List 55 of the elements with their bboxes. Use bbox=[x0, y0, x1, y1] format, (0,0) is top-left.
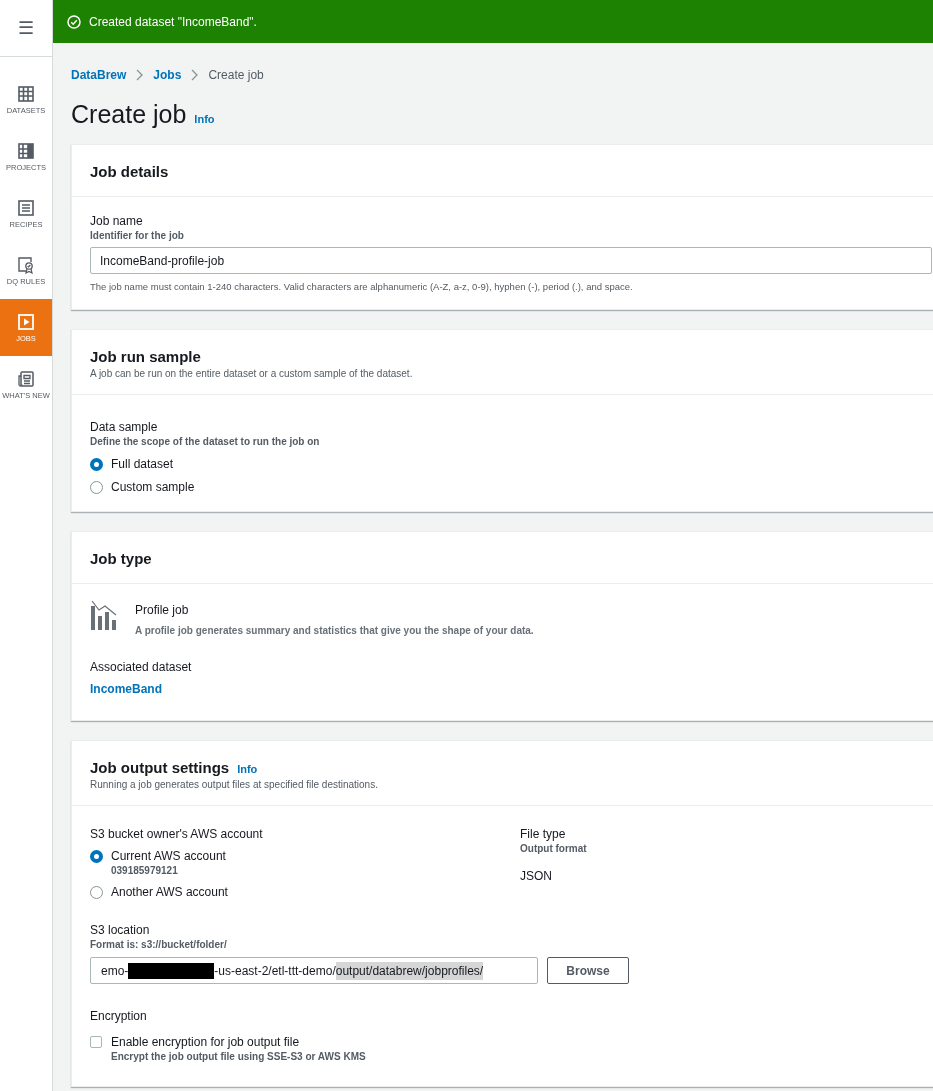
dataset-link[interactable]: IncomeBand bbox=[90, 680, 162, 698]
file-type-value: JSON bbox=[520, 868, 553, 885]
bar-chart-icon bbox=[90, 600, 119, 630]
job-type-description: A profile job generates summary and statistics that give you the shape of your data. bbox=[135, 624, 534, 637]
chevron-right-icon bbox=[136, 69, 144, 81]
radio-label: Full dataset bbox=[111, 456, 174, 472]
field-description: Output format bbox=[520, 842, 587, 856]
job-name-field[interactable]: IncomeBand-profile-job bbox=[90, 247, 932, 274]
chevron-right-icon bbox=[191, 69, 199, 81]
section-title: Job details bbox=[90, 162, 169, 182]
section-title: Job type bbox=[90, 549, 152, 569]
checkbox[interactable] bbox=[90, 1036, 102, 1048]
section-title: Job output settings bbox=[90, 758, 230, 778]
grid-icon bbox=[17, 84, 35, 103]
check-circle-icon bbox=[67, 14, 81, 29]
menu-button[interactable]: ☰ bbox=[18, 19, 34, 37]
radio-label: Custom sample bbox=[111, 479, 195, 495]
certificate-icon bbox=[17, 255, 35, 274]
s3-location-field[interactable]: emo- -us-east-2/etl-ttt-demo/output/databrew/jobprofiles/ bbox=[90, 957, 538, 984]
field-description: Format is: s3://bucket/folder/ bbox=[90, 938, 228, 952]
play-icon bbox=[17, 312, 35, 331]
constraint-text: The job name must contain 1-240 characters. Valid characters are alphanumeric (A-Z, a-z, 0-9), hyphen (-), period (.), and space. bbox=[90, 280, 634, 293]
field-label: S3 location bbox=[90, 922, 151, 938]
info-link[interactable]: Info bbox=[194, 111, 215, 128]
radio-button[interactable] bbox=[90, 457, 103, 471]
breadcrumb-link[interactable]: Jobs bbox=[153, 66, 182, 84]
section-description: Running a job generates output files at specified file destinations. bbox=[90, 778, 379, 791]
section-title: Job run sample bbox=[90, 347, 201, 367]
checkbox-description: Encrypt the job output file using SSE-S3 or AWS KMS bbox=[111, 1050, 366, 1064]
account-id: 039185979121 bbox=[110, 864, 179, 878]
radio-button[interactable] bbox=[90, 849, 103, 863]
list-icon bbox=[17, 198, 35, 217]
field-label: Job name bbox=[90, 213, 144, 229]
field-label: Data sample bbox=[90, 419, 159, 435]
radio-label: Another AWS account bbox=[111, 884, 228, 900]
section-description: A job can be run on the entire dataset or a custom sample of the dataset. bbox=[90, 367, 414, 380]
job-type-name: Profile job bbox=[135, 602, 190, 618]
flash-message: Created dataset "IncomeBand". bbox=[89, 13, 257, 31]
info-link[interactable]: Info bbox=[237, 761, 258, 778]
field-label: Associated dataset bbox=[90, 659, 193, 675]
radio-button[interactable] bbox=[90, 480, 103, 494]
field-label: File type bbox=[520, 826, 567, 842]
grid-icon bbox=[17, 141, 35, 160]
radio-label: Current AWS account bbox=[111, 848, 226, 864]
radio-button[interactable] bbox=[90, 885, 103, 899]
breadcrumb-link[interactable]: DataBrew bbox=[71, 66, 127, 84]
browse-button[interactable]: Browse bbox=[547, 957, 629, 984]
checkbox-label: Enable encryption for job output file bbox=[111, 1035, 301, 1050]
breadcrumb-current: Create job bbox=[208, 67, 264, 84]
page-title: Create job bbox=[71, 99, 187, 130]
field-description: Define the scope of the dataset to run the job on bbox=[90, 435, 321, 449]
newspaper-icon bbox=[17, 369, 35, 388]
field-description: Identifier for the job bbox=[90, 229, 185, 243]
field-label: S3 bucket owner's AWS account bbox=[90, 826, 264, 842]
field-label: Encryption bbox=[90, 1008, 148, 1024]
